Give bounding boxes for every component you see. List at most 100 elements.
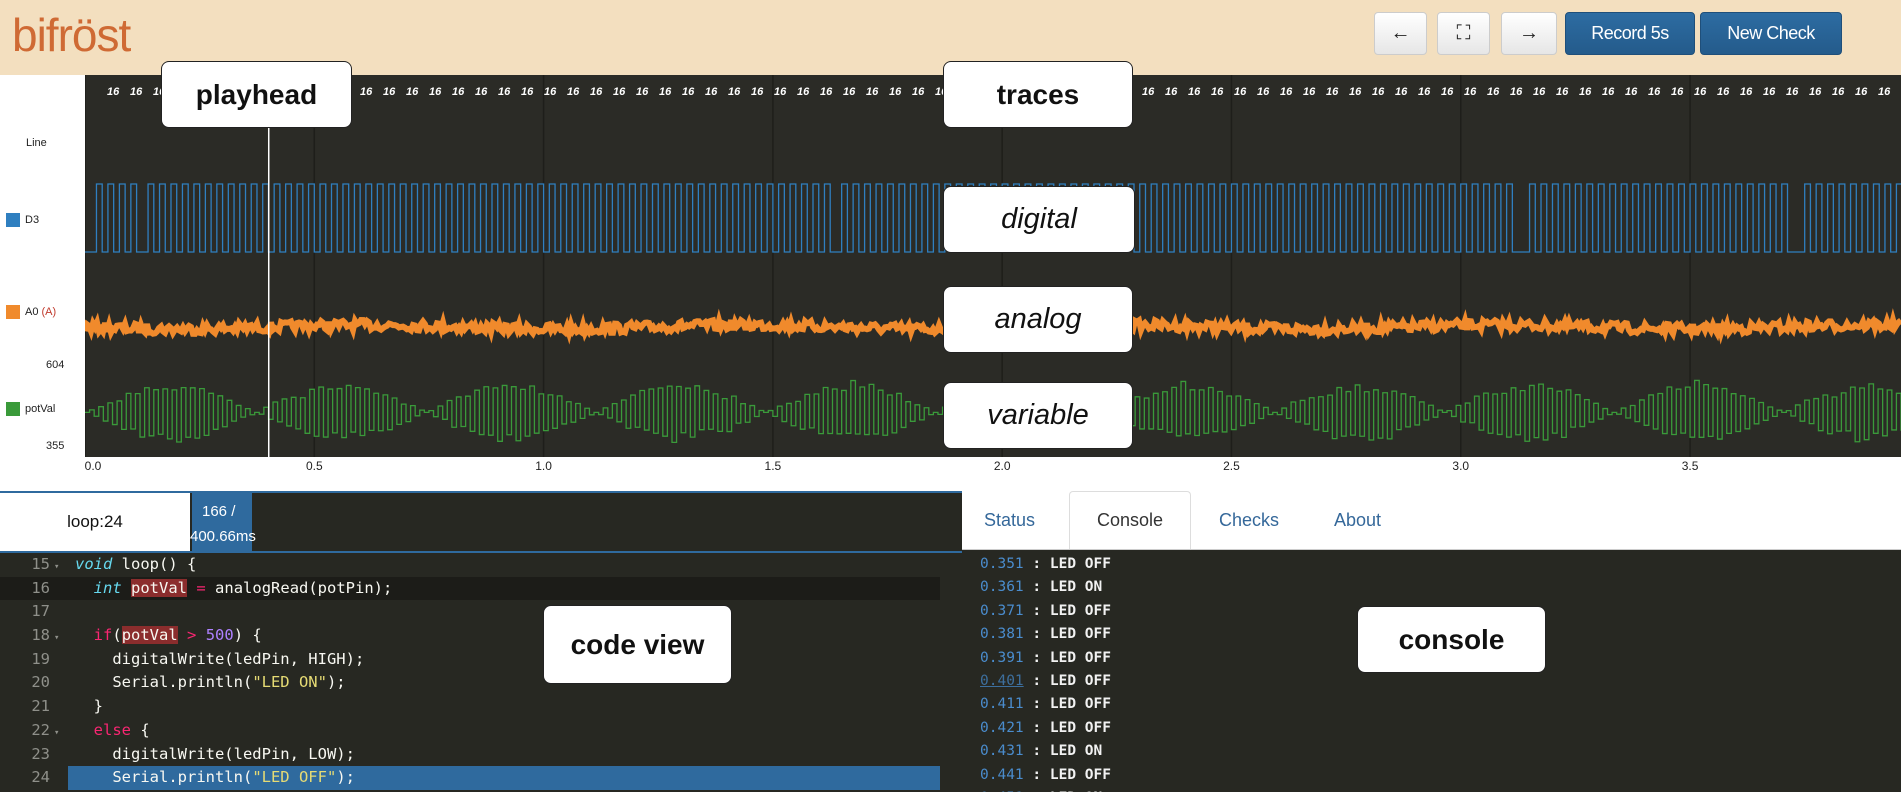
- code-token: Serial.println(: [75, 673, 253, 692]
- frame-counter: 16: [1855, 86, 1868, 98]
- console-entry: 0.421 : LED OFF: [980, 719, 1111, 736]
- console-timestamp[interactable]: 0.401: [980, 673, 1024, 689]
- analog-suffix: (A): [41, 306, 57, 318]
- code-line[interactable]: 18 ▾ if(potVal > 500) {: [0, 624, 940, 648]
- time-axis: 0.0 0.5 1.0 1.5 2.0 2.5 3.0 3.5: [85, 457, 1901, 482]
- frame-counter: 16: [130, 86, 143, 98]
- arrow-right-icon: →: [1519, 22, 1539, 44]
- frame-counter: 16: [360, 86, 373, 98]
- frame-counter: 16: [1786, 86, 1799, 98]
- frame-counter: 16: [567, 86, 580, 98]
- console-entry: 0.361 : LED ON: [980, 579, 1103, 596]
- code-token: );: [326, 673, 346, 692]
- line-number: 21: [31, 697, 50, 716]
- line-number: 23: [31, 744, 50, 763]
- tab-console[interactable]: Console: [1069, 491, 1191, 549]
- tab-checks[interactable]: Checks: [1197, 491, 1301, 549]
- console-entry: 0.441 : LED OFF: [980, 766, 1111, 783]
- console-message: LED OFF: [1049, 672, 1111, 689]
- code-text: Serial.println("LED ON");: [68, 671, 940, 695]
- frame-counter: 16: [1556, 86, 1569, 98]
- frame-counter: 16: [728, 86, 741, 98]
- code-line[interactable]: 16 int potVal = analogRead(potPin);: [0, 576, 940, 601]
- console-timestamp[interactable]: 0.381: [980, 626, 1024, 642]
- fullscreen-button[interactable]: ⛶: [1437, 12, 1490, 55]
- frame-counter: 16: [544, 86, 557, 98]
- console-message: LED OFF: [1049, 556, 1111, 572]
- x-tick-label: 2.5: [1223, 459, 1240, 473]
- code-text: }: [68, 695, 940, 719]
- arrow-left-icon: ←: [1390, 22, 1411, 44]
- code-editor[interactable]: 15 ▾ void loop() {16 int potVal = analogRe…: [0, 553, 940, 794]
- console-timestamp[interactable]: 0.441: [980, 767, 1024, 783]
- code-line[interactable]: 17: [0, 600, 940, 624]
- frame-counter: 16: [1740, 86, 1753, 98]
- x-tick-label: 3.0: [1452, 459, 1470, 473]
- frame-counter: 16: [1763, 86, 1776, 98]
- code-line[interactable]: 20 Serial.println("LED ON");: [0, 671, 940, 695]
- console-entry: 0.401 : LED OFF: [980, 672, 1111, 689]
- console-timestamp[interactable]: 0.391: [980, 650, 1024, 666]
- tab-about[interactable]: About: [1312, 491, 1403, 549]
- new-check-button[interactable]: New Check: [1700, 12, 1842, 55]
- frame-counter: 16: [1441, 86, 1454, 98]
- frame-counter: 16: [1165, 86, 1178, 98]
- console-timestamp[interactable]: 0.361: [980, 579, 1024, 595]
- frame-counter: 16: [1533, 86, 1546, 98]
- frame-counter: 16: [682, 86, 695, 98]
- code-line[interactable]: 23 digitalWrite(ledPin, LOW);: [0, 743, 940, 767]
- trace-label-a0[interactable]: A0 (A): [6, 305, 56, 319]
- line-number: 24: [31, 768, 50, 787]
- frame-counter: 16: [1878, 86, 1891, 98]
- record-button[interactable]: Record 5s: [1565, 12, 1695, 55]
- frame-counter: 16: [866, 86, 879, 98]
- line-number: 17: [31, 602, 50, 621]
- frame-counter: 16: [498, 86, 511, 98]
- code-token: digitalWrite(ledPin, LOW);: [75, 744, 355, 763]
- frame-counter: 16: [452, 86, 465, 98]
- trace-labels: Line D3 A0 (A) 604 potVal 355: [0, 75, 85, 457]
- code-token: potVal: [121, 626, 178, 645]
- annotation-code-view: code view: [543, 605, 732, 684]
- frame-counter: 16: [107, 86, 120, 98]
- code-token: ) {: [233, 626, 262, 645]
- trace-label-potval[interactable]: potVal: [6, 402, 55, 416]
- frame-counter: 16: [383, 86, 396, 98]
- code-text: void loop() {: [68, 553, 940, 577]
- console-timestamp[interactable]: 0.431: [980, 743, 1024, 759]
- frame-counter: 16: [406, 86, 419, 98]
- color-swatch: [6, 213, 20, 227]
- annotation-digital: digital: [943, 186, 1135, 253]
- console-timestamp[interactable]: 0.421: [980, 720, 1024, 736]
- frame-counter: 16: [1395, 86, 1408, 98]
- frame-counter: 16: [1188, 86, 1201, 98]
- frame-counter: 16: [1832, 86, 1845, 98]
- console-timestamp[interactable]: 0.351: [980, 556, 1024, 572]
- next-button[interactable]: →: [1501, 12, 1557, 55]
- frame-counter: 16: [636, 86, 649, 98]
- code-token: "LED ON": [252, 673, 327, 692]
- code-line[interactable]: 24 Serial.println("LED OFF");: [0, 766, 940, 790]
- code-line[interactable]: 22 ▾ else {: [0, 719, 940, 743]
- app-logo: bifröst: [12, 9, 131, 61]
- code-token: {: [131, 720, 150, 739]
- previous-button[interactable]: ←: [1374, 12, 1427, 55]
- code-token: }: [75, 697, 103, 716]
- frame-counter: 16: [1694, 86, 1707, 98]
- trace-label-d3[interactable]: D3: [6, 213, 39, 227]
- tab-status[interactable]: Status: [962, 491, 1057, 549]
- code-line[interactable]: 21 }: [0, 695, 940, 719]
- frame-counter: 16: [1211, 86, 1224, 98]
- frame-counter: 16: [1303, 86, 1316, 98]
- line-row-label: Line: [26, 137, 47, 149]
- color-swatch: [6, 305, 20, 319]
- frame-counter: 16: [1142, 86, 1155, 98]
- code-token: >: [187, 626, 197, 645]
- console-message: LED OFF: [1049, 696, 1111, 713]
- console-timestamp[interactable]: 0.411: [980, 696, 1024, 712]
- console-timestamp[interactable]: 0.371: [980, 603, 1024, 619]
- code-line[interactable]: 19 digitalWrite(ledPin, HIGH);: [0, 648, 940, 672]
- code-line[interactable]: 15 ▾ void loop() {: [0, 553, 940, 577]
